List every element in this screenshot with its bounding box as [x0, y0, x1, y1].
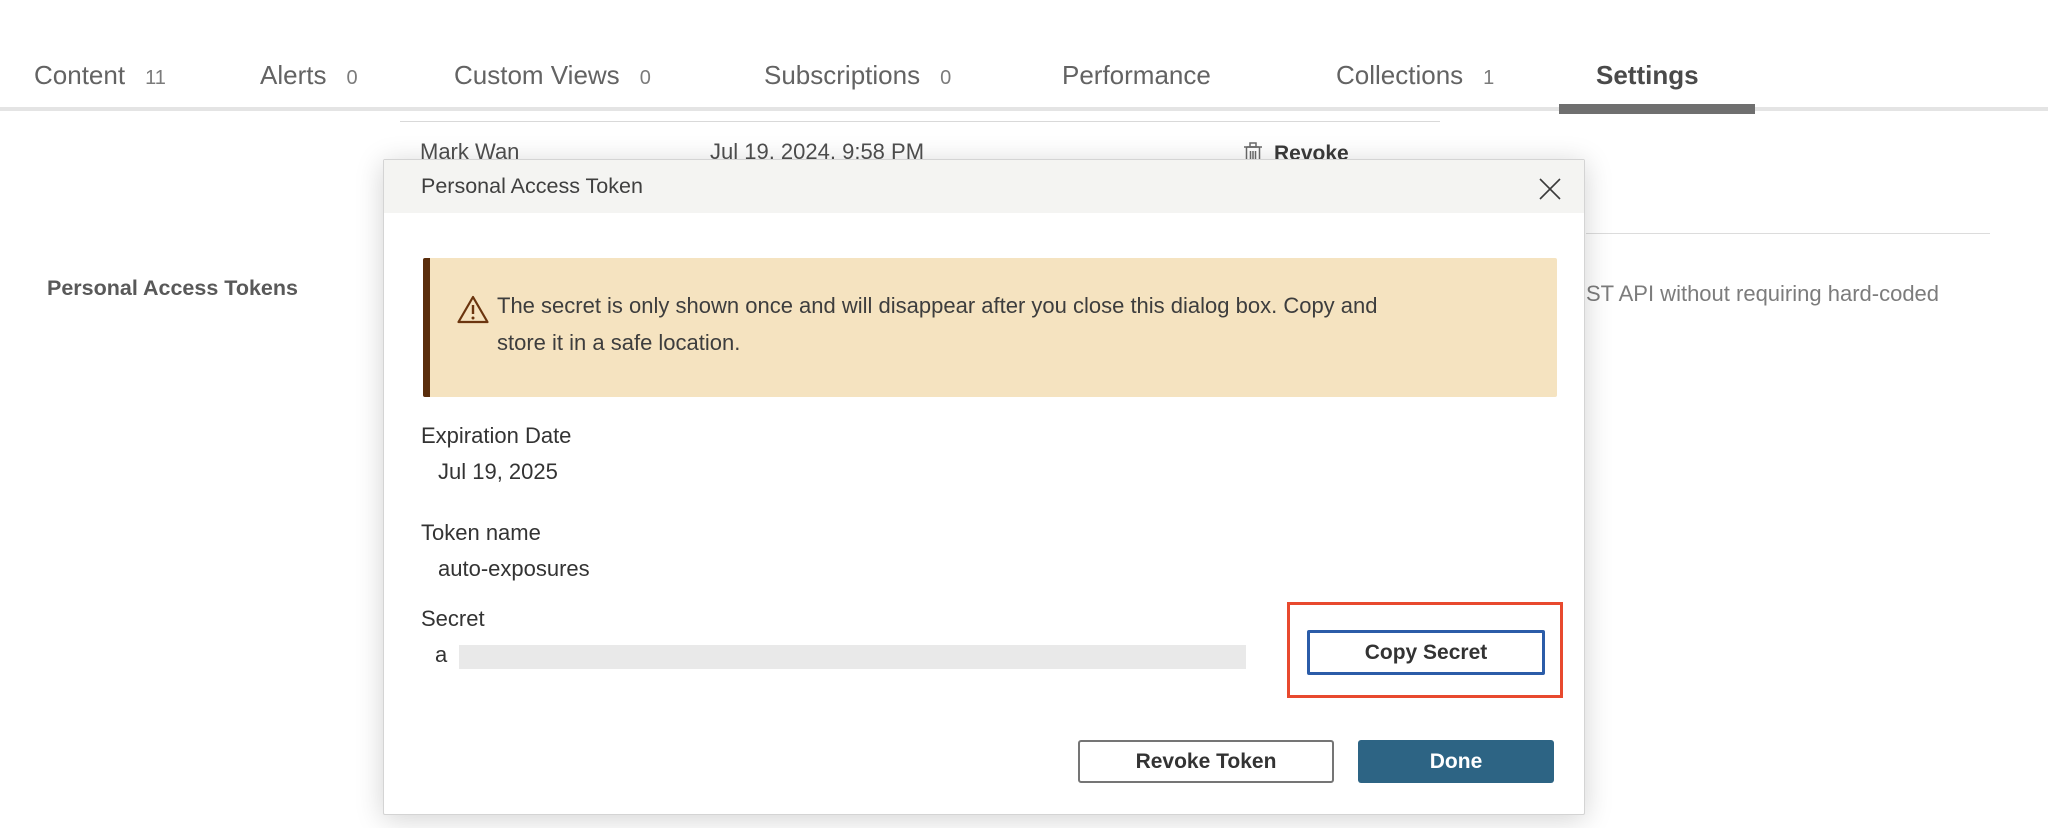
tab-alerts[interactable]: Alerts 0	[260, 60, 358, 100]
expiration-date-value: Jul 19, 2025	[438, 459, 558, 485]
section-label-personal-access-tokens: Personal Access Tokens	[47, 276, 298, 301]
token-row-user: Mark Wan	[420, 139, 519, 160]
warning-text: The secret is only shown once and will d…	[497, 287, 1378, 361]
tab-label: Content	[34, 60, 125, 90]
copy-secret-button[interactable]: Copy Secret	[1307, 630, 1545, 675]
tab-label: Performance	[1062, 60, 1211, 90]
tab-count: 0	[940, 67, 951, 89]
token-name-label: Token name	[421, 520, 541, 546]
tab-label: Collections	[1336, 60, 1463, 90]
trash-icon[interactable]	[1243, 141, 1263, 160]
done-button[interactable]: Done	[1358, 740, 1554, 783]
tab-count: 0	[640, 67, 651, 89]
personal-access-token-dialog: Personal Access Token The secret is only…	[383, 159, 1585, 815]
tab-performance[interactable]: Performance	[1062, 60, 1211, 100]
warning-text-line2: store it in a safe location.	[497, 324, 1378, 361]
section-description-clipped: ST API without requiring hard-coded	[1586, 281, 2006, 307]
tab-bar: Content 11 Alerts 0 Custom Views 0 Subscrip…	[0, 0, 2048, 118]
secret-value-visible: a	[435, 642, 447, 668]
warning-text-line1: The secret is only shown once and will d…	[497, 287, 1378, 324]
revoke-token-button[interactable]: Revoke Token	[1078, 740, 1334, 783]
tab-count: 11	[145, 67, 166, 89]
token-name-value: auto-exposures	[438, 556, 590, 582]
section-divider	[1586, 233, 1990, 234]
token-table-row: Mark Wan Jul 19, 2024, 9:58 PM Revoke	[400, 121, 1520, 160]
close-icon[interactable]	[1537, 176, 1563, 202]
tab-settings[interactable]: Settings	[1596, 60, 1699, 100]
tab-label: Subscriptions	[764, 60, 920, 90]
secret-label: Secret	[421, 606, 485, 632]
tab-label: Settings	[1596, 60, 1699, 90]
dialog-header: Personal Access Token	[384, 160, 1584, 213]
dialog-title: Personal Access Token	[421, 160, 643, 213]
tab-content[interactable]: Content 11	[34, 60, 166, 100]
page-root: Content 11 Alerts 0 Custom Views 0 Subscrip…	[0, 0, 2048, 828]
tab-count: 0	[346, 67, 357, 89]
active-tab-indicator	[1559, 104, 1755, 114]
tab-count: 1	[1483, 67, 1494, 89]
tab-label: Alerts	[260, 60, 326, 90]
warning-icon	[456, 294, 490, 330]
revoke-link[interactable]: Revoke	[1274, 142, 1349, 160]
secret-redacted-bar	[459, 645, 1246, 669]
expiration-date-label: Expiration Date	[421, 423, 571, 449]
tab-label: Custom Views	[454, 60, 620, 90]
tab-collections[interactable]: Collections 1	[1336, 60, 1494, 100]
token-row-timestamp: Jul 19, 2024, 9:58 PM	[710, 139, 924, 160]
tab-custom-views[interactable]: Custom Views 0	[454, 60, 651, 100]
secret-warning-banner: The secret is only shown once and will d…	[423, 258, 1557, 397]
tab-subscriptions[interactable]: Subscriptions 0	[764, 60, 951, 100]
